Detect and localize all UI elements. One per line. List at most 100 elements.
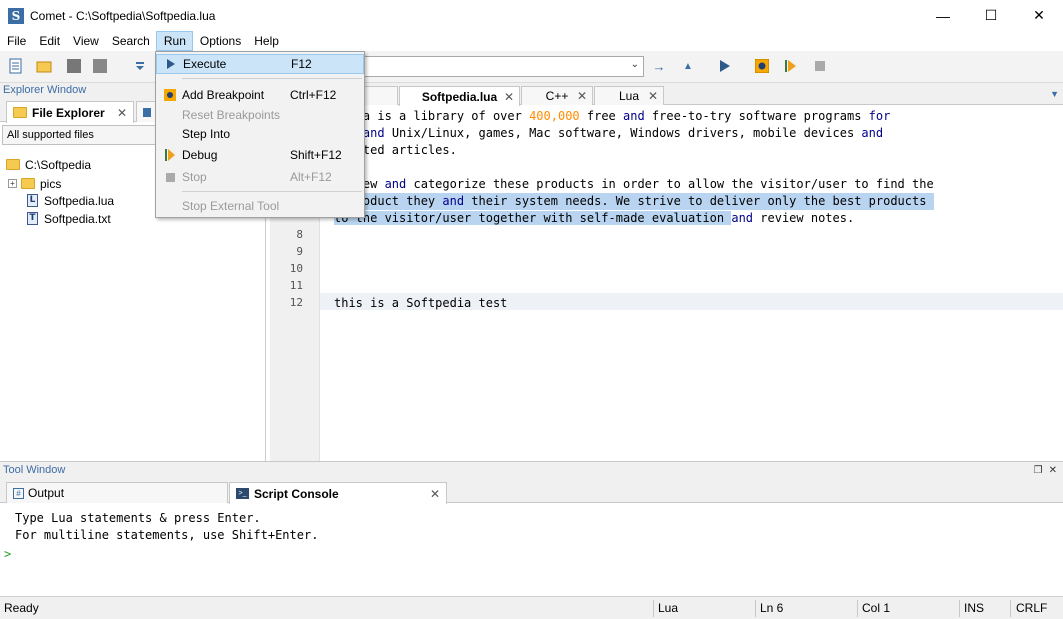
restore-icon[interactable]: ❐ [1034,462,1043,479]
status-ready: Ready [4,601,39,615]
expand-icon[interactable]: + [8,179,17,188]
close-icon[interactable]: ✕ [1049,462,1057,479]
debug-icon[interactable] [783,58,799,74]
stop-icon[interactable] [812,58,828,74]
tree-item-pics[interactable]: + pics [8,175,61,192]
tool-window-title: Tool Window [3,464,66,476]
close-icon[interactable]: ✕ [648,89,658,103]
menu-edit[interactable]: Edit [32,31,66,51]
menu-file[interactable]: File [0,31,32,51]
status-divider [653,600,654,617]
code-line-selected[interactable]: t product they and their system needs. W… [334,193,934,210]
arrow-right-icon[interactable]: → [651,58,667,74]
tool-tabs: # Output >_ Script Console ✕ [0,479,1063,504]
grid-icon: # [13,487,24,499]
menu-view[interactable]: View [66,31,105,51]
line-number: 9 [296,245,303,258]
menu-item-reset-breakpoints[interactable]: Reset Breakpoints [156,105,364,125]
text-file-icon: T [27,212,38,225]
status-language: Lua [658,601,679,615]
menu-search[interactable]: Search [105,31,156,51]
stop-icon [164,171,176,183]
close-icon[interactable]: ✕ [577,89,587,103]
save-icon[interactable] [66,58,82,74]
tool-window: Tool Window ❐ ✕ # Output >_ Script Conso… [0,461,1063,596]
menu-run[interactable]: Run [155,31,193,51]
menu-separator [182,78,362,79]
tree-root[interactable]: C:\Softpedia [6,156,91,173]
menu-item-step-into[interactable]: Step Into [156,124,364,144]
line-number: 12 [289,296,303,309]
status-divider [1010,600,1011,617]
menu-item-execute[interactable]: Execute F12 [156,54,364,74]
title-bar: S Comet - C:\Softpedia\Softpedia.lua — ☐… [0,0,1063,31]
status-column: Col 1 [862,601,891,615]
window-controls: — ☐ ✕ [919,0,1063,31]
tool-window-caption: Tool Window ❐ ✕ [0,462,1063,479]
console-line: For multiline statements, use Shift+Ente… [15,528,319,542]
status-eol: CRLF [1016,601,1048,615]
swap-icon[interactable]: ▲ [680,58,696,74]
code-line[interactable]: to the visitor/user together with self-m… [334,210,854,227]
code-line[interactable]: ows and Unix/Linux, games, Mac software,… [334,125,883,142]
code-line[interactable]: pedia is a library of over 400,000 free … [334,108,890,125]
close-icon[interactable]: ✕ [430,487,440,501]
folder-open-icon [6,159,20,170]
tab-softpedia-lua[interactable]: Softpedia.lua ✕ [399,86,520,106]
debug-icon [164,149,176,161]
close-icon[interactable]: ✕ [117,106,127,120]
run-menu-dropdown: Execute F12 Add Breakpoint Ctrl+F12 Rese… [155,51,365,218]
line-number: 11 [289,279,303,292]
menu-options[interactable]: Options [193,31,247,51]
menu-item-add-breakpoint[interactable]: Add Breakpoint Ctrl+F12 [156,85,364,105]
status-divider [959,600,960,617]
code-line[interactable]: review and categorize these products in … [334,176,934,193]
tree-item-label: pics [40,176,62,191]
status-line: Ln 6 [760,601,784,615]
search-combo[interactable]: ⌄ [352,56,644,77]
menu-item-stop-external-tool[interactable]: Stop External Tool [156,196,364,216]
save-all-icon[interactable] [92,58,108,74]
tab-lua[interactable]: Lua ✕ [594,86,664,105]
editor-tabs: Softpedia.lua ✕ C++ ✕ Lua ✕ ▼ [270,83,1063,106]
folder-icon [21,178,35,189]
tab-label: C++ [545,89,569,103]
menu-separator [182,191,362,192]
console-line: Type Lua statements & press Enter. [15,511,261,525]
app-icon: S [8,7,24,24]
tree-item-txt[interactable]: T Softpedia.txt [27,210,111,227]
tab-file-explorer[interactable]: File Explorer ✕ [6,101,134,123]
menu-item-stop[interactable]: Stop Alt+F12 [156,167,364,187]
open-folder-icon[interactable] [36,58,52,74]
code-line[interactable]: this is a Softpedia test [334,295,507,312]
tab-script-console-label: Script Console [254,486,339,501]
tab-output[interactable]: # Output [6,482,228,503]
status-divider [755,600,756,617]
chevron-down-icon[interactable]: ⌄ [631,59,639,70]
new-file-icon[interactable] [8,58,24,74]
dropdown-arrow-icon[interactable] [132,58,148,74]
maximize-button[interactable]: ☐ [967,0,1015,31]
list-icon [143,107,151,117]
tree-item-label: Softpedia.lua [44,193,115,208]
console-prompt[interactable]: > [4,547,11,561]
minimize-button[interactable]: — [919,0,967,31]
menu-help[interactable]: Help [247,31,285,51]
run-icon[interactable] [717,58,733,74]
tab-script-console[interactable]: >_ Script Console ✕ [229,482,447,504]
close-icon[interactable]: ✕ [504,90,514,104]
status-bar: Ready Lua Ln 6 Col 1 INS CRLF [0,596,1063,619]
tab-list-dropdown-icon[interactable]: ▼ [1050,89,1059,99]
menu-item-debug[interactable]: Debug Shift+F12 [156,145,364,165]
window-title: Comet - C:\Softpedia\Softpedia.lua [30,8,216,23]
close-button[interactable]: ✕ [1015,0,1063,31]
line-number: 10 [289,262,303,275]
tab-cpp[interactable]: C++ ✕ [521,86,593,105]
editor-panel: Softpedia.lua ✕ C++ ✕ Lua ✕ ▼ 8 9 10 11 … [270,83,1063,461]
status-mode: INS [964,601,985,615]
tab-hidden[interactable] [360,86,398,105]
tree-item-lua[interactable]: L Softpedia.lua [27,192,114,209]
tab-label: Lua [618,89,640,103]
status-divider [857,600,858,617]
breakpoint-icon[interactable] [754,58,770,74]
